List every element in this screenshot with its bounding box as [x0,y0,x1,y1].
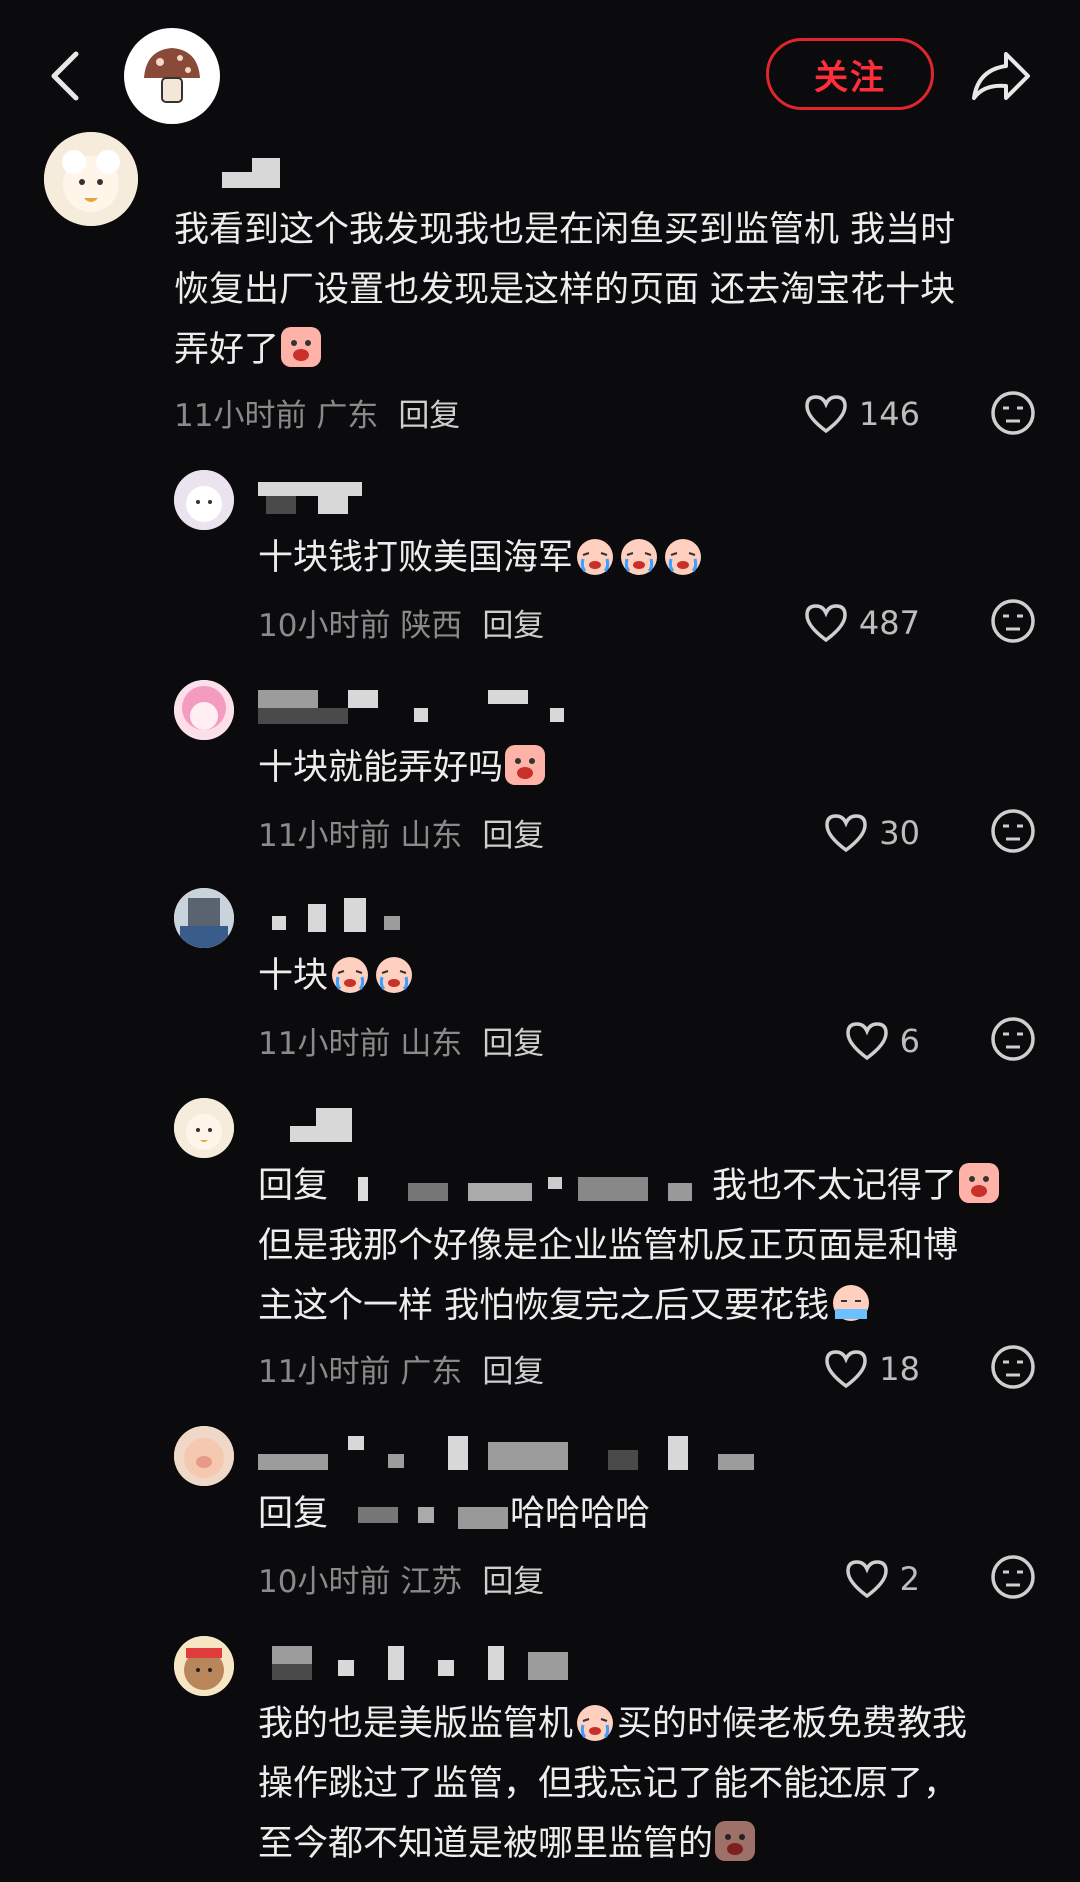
share-icon[interactable] [970,48,1032,104]
like-button[interactable]: 146 [780,389,920,439]
user-avatar[interactable] [44,132,138,226]
dislike-face-icon[interactable] [990,1554,1036,1600]
user-avatar[interactable] [174,680,234,740]
comment-meta: 11小时前 山东 回复 [258,1026,545,1062]
reply-button[interactable]: 回复 [482,818,544,854]
reply-button[interactable]: 回复 [482,1354,544,1390]
crying-emoji-icon [573,1699,617,1743]
like-button[interactable]: 2 [780,1554,920,1604]
comment-text: 十块就能弄好吗 [258,738,547,798]
like-button[interactable]: 18 [780,1344,920,1394]
comment-text: 十块 [258,946,416,1006]
like-button[interactable]: 487 [780,598,920,648]
follow-button[interactable]: 关注 [766,38,934,110]
crying-emoji-icon [829,1281,873,1325]
like-count: 30 [879,814,920,852]
crying-emoji-icon [617,533,661,577]
like-count: 2 [899,1560,920,1598]
crying-emoji-icon [279,325,323,369]
username-obscured[interactable] [258,1646,588,1682]
reply-button[interactable]: 回复 [398,398,460,434]
user-avatar[interactable] [174,470,234,530]
username-obscured[interactable] [258,482,368,516]
user-avatar[interactable] [174,888,234,948]
username-obscured[interactable] [290,1108,370,1144]
comment-meta: 10小时前 陕西 回复 [258,608,545,644]
username-obscured[interactable] [258,1436,778,1472]
heart-icon [845,1022,888,1061]
heart-icon [805,395,847,434]
dislike-face-icon[interactable] [990,390,1036,436]
mentioned-user-obscured[interactable] [328,1171,712,1201]
dislike-face-icon[interactable] [990,1344,1036,1390]
like-count: 487 [858,604,920,642]
crying-emoji-icon [713,1819,757,1863]
username-obscured[interactable] [222,158,282,188]
crying-emoji-icon [573,533,617,577]
like-count: 6 [899,1022,920,1060]
user-avatar[interactable] [174,1636,234,1696]
heart-icon [845,1560,888,1599]
user-avatar[interactable] [174,1426,234,1486]
username-obscured[interactable] [258,690,578,726]
comment-meta: 10小时前 江苏 回复 [258,1564,545,1600]
comment-text: 我看到这个我发现我也是在闲鱼买到监管机 我当时 恢复出厂设置也发现是这样的页面 … [174,210,956,370]
like-button[interactable]: 30 [780,808,920,858]
like-button[interactable]: 6 [780,1016,920,1066]
comment-text: 我的也是美版监管机 买的时候老板免费教我 操作跳过了监管，但我忘记了能不能还原了，… [258,1694,967,1874]
reply-button[interactable]: 回复 [482,1564,544,1600]
crying-emoji-icon [503,743,547,787]
dislike-face-icon[interactable] [990,1016,1036,1062]
comment-meta: 11小时前 广东 回复 [258,1354,545,1390]
username-obscured[interactable] [258,898,408,934]
mushroom-logo-avatar[interactable] [124,28,220,124]
crying-emoji-icon [328,951,372,995]
user-avatar[interactable] [174,1098,234,1158]
dislike-face-icon[interactable] [990,808,1036,854]
reply-button[interactable]: 回复 [482,1026,544,1062]
comment-text: 回复 哈哈哈哈 [258,1494,651,1534]
comment-meta: 11小时前 山东 回复 [258,818,545,854]
heart-icon [825,1350,868,1389]
comment-meta: 11小时前 广东 回复 [174,398,461,434]
crying-emoji-icon [661,533,705,577]
mentioned-user-obscured[interactable] [328,1499,510,1529]
crying-emoji-icon [957,1161,1001,1205]
like-count: 146 [858,395,920,433]
crying-emoji-icon [372,951,416,995]
reply-button[interactable]: 回复 [482,608,544,644]
top-bar: 关注 [0,0,1080,150]
heart-icon [825,814,868,853]
comment-text: 回复 我也不太记得了 但是我那个好像是企业监管机反正页面是和博 主这个一样 我怕恢… [258,1156,1001,1336]
like-count: 18 [879,1350,920,1388]
heart-icon [805,604,847,643]
dislike-face-icon[interactable] [990,598,1036,644]
back-arrow-icon[interactable] [44,48,88,104]
comment-text: 十块钱打败美国海军 [258,528,705,588]
